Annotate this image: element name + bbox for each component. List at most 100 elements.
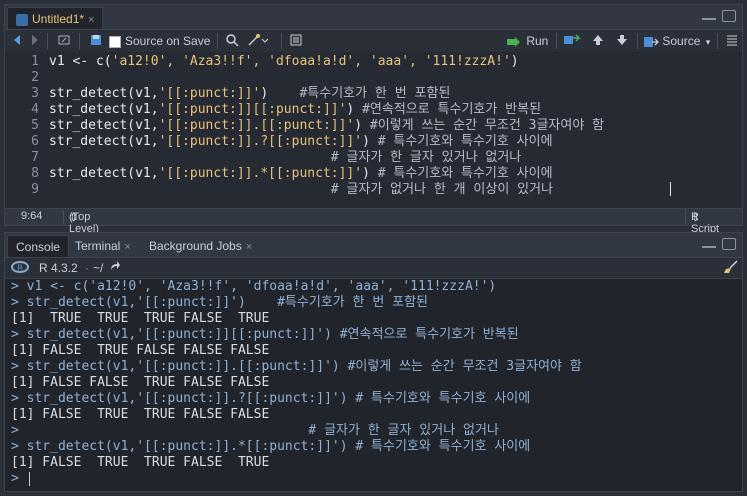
code-code: str_detect(v1, <box>49 134 159 149</box>
console-input-line: > str_detect(v1,'[[:punct:]][[:punct:]]'… <box>11 327 519 342</box>
line-number: 1 <box>31 54 39 69</box>
search-icon[interactable] <box>225 33 239 49</box>
tab-background-jobs[interactable]: Background Jobs × <box>141 235 260 257</box>
show-in-window-icon[interactable] <box>57 33 71 49</box>
close-tab-icon[interactable]: × <box>124 241 130 253</box>
code-tail: ) <box>260 86 300 101</box>
code-editor[interactable]: 123456789 v1 <- c('a12!0', 'Aza3!!f', 'd… <box>5 52 742 210</box>
maximize-icon[interactable] <box>722 238 736 250</box>
code-code: str_detect(v1, <box>49 102 159 117</box>
line-number-gutter: 123456789 <box>5 52 45 210</box>
console-output-line: [1] FALSE FALSE TRUE FALSE FALSE <box>11 375 270 390</box>
go-to-previous-section-icon[interactable] <box>591 33 605 49</box>
close-tab-icon[interactable]: × <box>246 241 252 253</box>
code-str: 'a12!0', 'Aza3!!f', 'dfoaa!a!d', 'aaa', … <box>111 54 511 69</box>
line-number: 2 <box>31 70 39 85</box>
console-input-line: > str_detect(v1,'[[:punct:]]') #특수기호가 한 … <box>11 295 429 310</box>
working-directory[interactable]: ~/ <box>93 260 103 276</box>
tab-console[interactable]: Console <box>7 235 70 257</box>
tab-label: Terminal <box>75 239 121 253</box>
source-button[interactable]: Source ▾ <box>643 33 710 49</box>
toolbar-separator <box>637 33 638 49</box>
chevron-updown-icon: ⇕ <box>69 212 79 224</box>
console-output-line: [1] TRUE TRUE TRUE FALSE TRUE <box>11 311 270 326</box>
source-on-save-label: Source on Save <box>125 34 211 48</box>
line-number: 5 <box>31 118 39 133</box>
console-toolbar: R R 4.3.2 · ~/ <box>5 258 742 279</box>
code-str: '[[:punct:]]' <box>158 86 261 101</box>
minimize-icon[interactable] <box>702 10 716 20</box>
document-outline-icon[interactable] <box>725 33 739 49</box>
console-pane: Console Terminal × Background Jobs × R R 4… <box>4 232 743 492</box>
back-arrow-icon[interactable] <box>11 33 25 49</box>
console-cursor <box>29 472 30 486</box>
maximize-icon[interactable] <box>722 10 736 22</box>
console-input-line: > v1 <- c('a12!0', 'Aza3!!f', 'dfoaa!a!d… <box>11 279 497 294</box>
tab-terminal[interactable]: Terminal × <box>67 235 139 257</box>
console-input-line: > # 글자가 한 글자 있거나 없거나 <box>11 423 499 438</box>
code-tail: ) <box>346 102 363 117</box>
clear-console-broom-icon[interactable] <box>723 260 739 276</box>
path-separator: · <box>85 261 89 275</box>
rerun-icon[interactable] <box>563 33 581 49</box>
console-output-line: [1] FALSE TRUE FALSE FALSE FALSE <box>11 343 270 358</box>
code-comment: #이렇게 쓰는 순간 무조건 3글자여야 함 <box>369 118 605 133</box>
close-tab-icon[interactable]: × <box>88 14 94 26</box>
editor-pane: Untitled1* × Source on Save Run Source ▾… <box>4 4 743 235</box>
code-line: str_detect(v1,'[[:punct:]].[[:punct:]]')… <box>49 118 604 134</box>
minimize-icon[interactable] <box>702 238 716 248</box>
line-number: 7 <box>31 150 39 165</box>
cursor-position: 9:64 <box>21 210 43 222</box>
code-tail <box>49 182 331 197</box>
toolbar-separator <box>47 33 48 49</box>
toolbar-separator <box>556 33 557 49</box>
toolbar-separator <box>79 33 80 49</box>
source-label: Source <box>662 34 701 48</box>
svg-text:R: R <box>17 264 23 274</box>
code-tail: ) <box>362 166 378 181</box>
console-output-line: [1] FALSE TRUE TRUE FALSE FALSE <box>11 407 270 422</box>
code-comment: #연속적으로 특수기호가 반복된 <box>362 102 542 117</box>
code-code: str_detect(v1, <box>49 118 159 133</box>
window-controls <box>702 10 736 22</box>
go-to-directory-icon[interactable] <box>109 260 121 276</box>
run-button[interactable]: Run <box>505 33 548 49</box>
code-str: '[[:punct:]].*[[:punct:]]' <box>158 166 363 181</box>
code-comment: #특수기호가 한 번 포함된 <box>299 86 451 101</box>
code-comment: # 특수기호와 특수기호 사이에 <box>377 166 553 181</box>
toolbar-separator <box>217 33 218 49</box>
tab-untitled1[interactable]: Untitled1* × <box>7 7 104 29</box>
code-tail: ) <box>354 118 370 133</box>
code-line: str_detect(v1,'[[:punct:]].?[[:punct:]]'… <box>49 134 553 150</box>
code-line: str_detect(v1,'[[:punct:]].*[[:punct:]]'… <box>49 166 553 182</box>
code-line: # 글자가 한 글자 있거나 없거나 <box>49 150 521 166</box>
editor-tabbar: Untitled1* × <box>5 5 742 30</box>
code-str: '[[:punct:]].[[:punct:]]' <box>158 118 355 133</box>
source-icon <box>644 36 659 47</box>
code-tail <box>49 150 331 165</box>
editor-toolbar: Source on Save Run Source ▾ <box>5 30 742 53</box>
text-cursor <box>670 182 671 196</box>
code-str: '[[:punct:]].?[[:punct:]]' <box>158 134 363 149</box>
toolbar-separator <box>281 33 282 49</box>
chevron-down-icon[interactable]: ▾ <box>706 37 711 47</box>
tab-label: Console <box>16 240 61 254</box>
chevron-updown-icon: ⇕ <box>691 212 701 224</box>
compile-report-icon[interactable] <box>289 33 303 49</box>
toolbar-separator <box>717 33 718 49</box>
go-to-next-section-icon[interactable] <box>615 33 629 49</box>
code-line: str_detect(v1,'[[:punct:]][[:punct:]]') … <box>49 102 541 118</box>
code-tools-wand-icon[interactable] <box>247 33 269 49</box>
console-output[interactable]: > v1 <- c('a12!0', 'Aza3!!f', 'dfoaa!a!d… <box>5 279 742 491</box>
forward-arrow-icon[interactable] <box>27 33 41 49</box>
console-input-line: > <box>11 471 27 486</box>
code-code: str_detect(v1, <box>49 166 159 181</box>
source-on-save-checkbox[interactable] <box>109 33 121 49</box>
line-number: 4 <box>31 102 39 117</box>
code-comment: # 글자가 없거나 한 개 이상이 있거나 <box>330 182 553 197</box>
line-number: 6 <box>31 134 39 149</box>
code-code: str_detect(v1, <box>49 86 159 101</box>
save-icon[interactable] <box>89 33 103 49</box>
code-line: # 글자가 없거나 한 개 이상이 있거나 <box>49 182 553 198</box>
tab-label: Untitled1* <box>32 12 85 26</box>
